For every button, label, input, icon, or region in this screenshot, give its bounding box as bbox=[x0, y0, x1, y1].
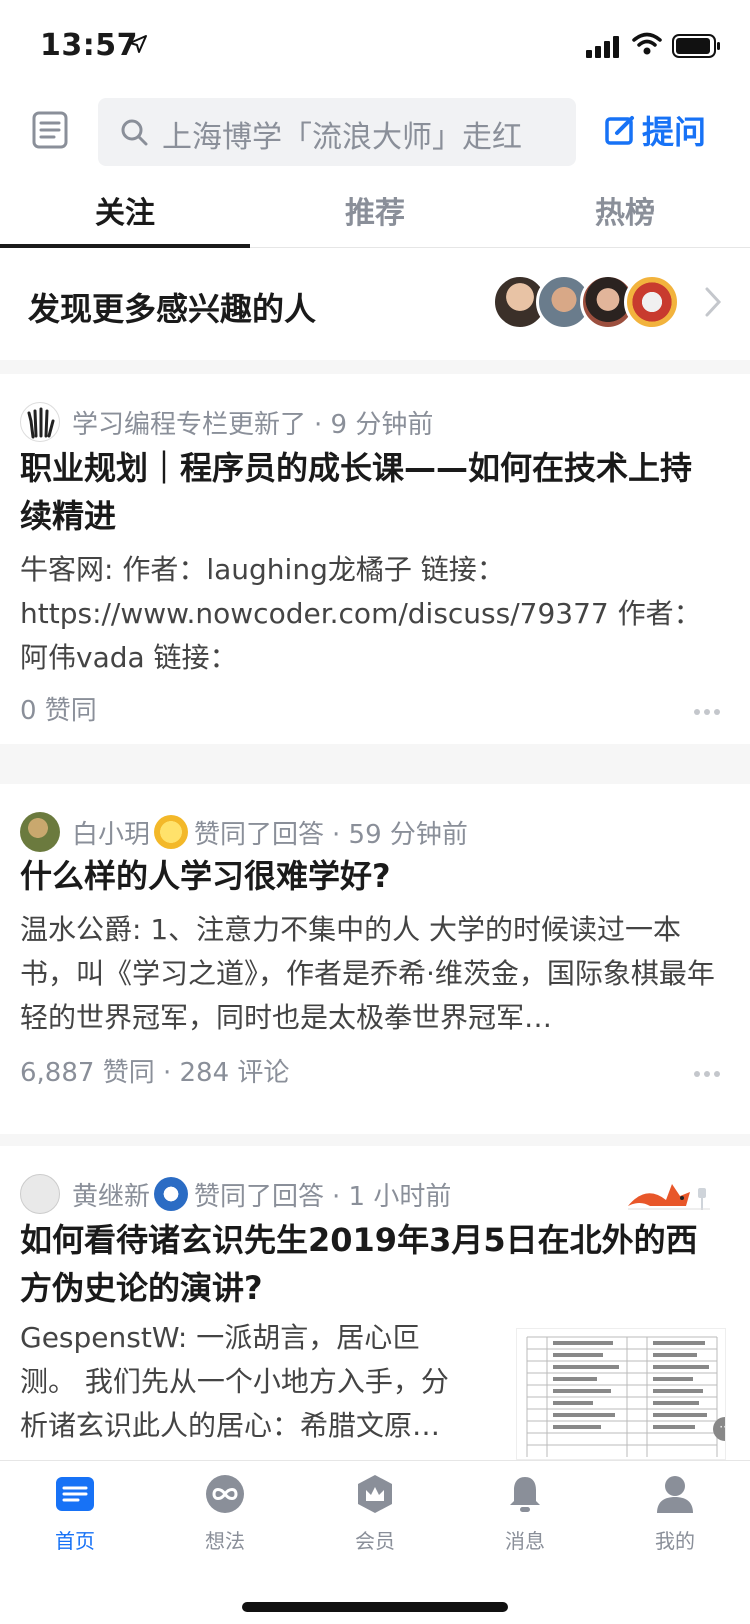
card-action: 赞同了回答 bbox=[194, 819, 325, 850]
table-image-icon bbox=[526, 1336, 718, 1457]
home-icon bbox=[56, 1477, 94, 1511]
feed-card[interactable]: 白小玥 赞同了回答 · 59 分钟前 什么样的人学习很难学好? 温水公爵: 1、… bbox=[0, 784, 750, 1134]
bottom-tab-bar: 首页 想法 会员 消息 我的 bbox=[0, 1460, 750, 1624]
answer-thumbnail[interactable]: ··· bbox=[516, 1328, 726, 1460]
ask-label: 提问 bbox=[642, 113, 707, 151]
discover-people-row[interactable]: 发现更多感兴趣的人 bbox=[0, 248, 750, 360]
card-stats: 0 赞同 bbox=[20, 696, 97, 726]
edit-icon bbox=[605, 116, 634, 145]
card-excerpt[interactable]: 温水公爵: 1、注意力不集中的人 大学的时候读过一本书，叫《学习之道》，作者是乔… bbox=[20, 908, 720, 1040]
card-time: · 59 分钟前 bbox=[332, 819, 468, 850]
card-author[interactable]: 学习编程专栏更新了 bbox=[72, 404, 306, 441]
badge-icon bbox=[154, 1177, 189, 1211]
card-meta: 白小玥 赞同了回答 · 59 分钟前 bbox=[20, 812, 468, 852]
location-arrow-icon bbox=[129, 35, 147, 53]
card-meta: 学习编程专栏更新了 · 9 分钟前 bbox=[20, 402, 433, 442]
home-indicator[interactable] bbox=[242, 1602, 508, 1612]
search-placeholder: 上海博学「流浪大师」走红 bbox=[162, 120, 522, 155]
tabbar-label: 我的 bbox=[655, 1529, 695, 1553]
card-meta: 黄继新 赞同了回答 · 1 小时前 bbox=[20, 1174, 451, 1214]
recommended-avatars bbox=[492, 274, 682, 330]
card-stats: 6,887 赞同 · 284 评论 bbox=[20, 1058, 290, 1088]
tab-follow[interactable]: 关注 bbox=[0, 188, 250, 232]
wifi-icon bbox=[632, 32, 662, 55]
card-time: · 9 分钟前 bbox=[314, 409, 434, 440]
card-title[interactable]: 职业规划｜程序员的成长课——如何在技术上持续精进 bbox=[20, 444, 720, 540]
tabbar-messages[interactable]: 消息 bbox=[450, 1473, 600, 1554]
idea-icon bbox=[206, 1475, 244, 1513]
badge-icon bbox=[154, 815, 189, 849]
card-excerpt[interactable]: 牛客网: 作者：laughing龙橘子 链接：https://www.nowco… bbox=[20, 548, 720, 680]
feed-tabs: 关注 推荐 热榜 bbox=[0, 172, 750, 248]
screen: 13:57 上海博学「流浪大师」走红 提问 关注 推荐 热榜 发现更多感兴趣的人… bbox=[0, 0, 750, 1624]
card-time: · 1 小时前 bbox=[332, 1181, 452, 1212]
tab-recommend[interactable]: 推荐 bbox=[250, 188, 500, 232]
search-input[interactable]: 上海博学「流浪大师」走红 bbox=[98, 98, 576, 166]
feed-card[interactable]: 黄继新 赞同了回答 · 1 小时前 如何看待诸玄识先生2019年3月5日在北外的… bbox=[0, 1146, 750, 1466]
chevron-right-icon bbox=[705, 287, 722, 317]
status-bar: 13:57 bbox=[0, 0, 750, 92]
avatar[interactable] bbox=[20, 1174, 60, 1214]
menu-icon[interactable] bbox=[30, 110, 70, 150]
card-excerpt[interactable]: GespenstW: 一派胡言，居心叵测。 我们先从一个小地方入手，分析诸玄识此… bbox=[20, 1316, 460, 1440]
card-title[interactable]: 什么样的人学习很难学好? bbox=[20, 852, 720, 900]
profile-icon bbox=[657, 1476, 693, 1513]
card-action: 赞同了回答 bbox=[194, 1181, 325, 1212]
fox-illustration-icon bbox=[628, 1184, 710, 1210]
tabbar-vip[interactable]: 会员 bbox=[300, 1473, 450, 1554]
battery-icon bbox=[672, 34, 720, 58]
tabbar-label: 首页 bbox=[55, 1529, 95, 1553]
search-icon bbox=[121, 119, 148, 146]
tabbar-label: 消息 bbox=[505, 1529, 545, 1553]
tabbar-profile[interactable]: 我的 bbox=[600, 1473, 750, 1554]
tabbar-home[interactable]: 首页 bbox=[0, 1473, 150, 1554]
avatar bbox=[624, 274, 680, 330]
card-author[interactable]: 黄继新 bbox=[72, 1176, 150, 1213]
tabbar-label: 想法 bbox=[205, 1529, 245, 1553]
cellular-signal-icon bbox=[586, 36, 619, 58]
card-author[interactable]: 白小玥 bbox=[72, 814, 150, 851]
hand-avatar-icon bbox=[20, 402, 60, 442]
more-icon[interactable] bbox=[694, 700, 724, 719]
bell-icon bbox=[510, 1477, 540, 1512]
discover-title: 发现更多感兴趣的人 bbox=[28, 290, 317, 328]
ask-question-button[interactable]: 提问 bbox=[604, 110, 707, 151]
tabbar-ideas[interactable]: 想法 bbox=[150, 1473, 300, 1554]
card-title[interactable]: 如何看待诸玄识先生2019年3月5日在北外的西方伪史论的演讲? bbox=[20, 1216, 720, 1312]
top-bar: 上海博学「流浪大师」走红 提问 bbox=[0, 92, 750, 172]
status-time: 13:57 bbox=[40, 28, 138, 63]
tabbar-label: 会员 bbox=[355, 1529, 395, 1553]
avatar[interactable] bbox=[20, 812, 60, 852]
more-icon[interactable] bbox=[694, 1062, 724, 1081]
vip-icon bbox=[358, 1475, 392, 1513]
feed-card[interactable]: 学习编程专栏更新了 · 9 分钟前 职业规划｜程序员的成长课——如何在技术上持续… bbox=[0, 374, 750, 744]
tab-hot[interactable]: 热榜 bbox=[500, 188, 750, 232]
